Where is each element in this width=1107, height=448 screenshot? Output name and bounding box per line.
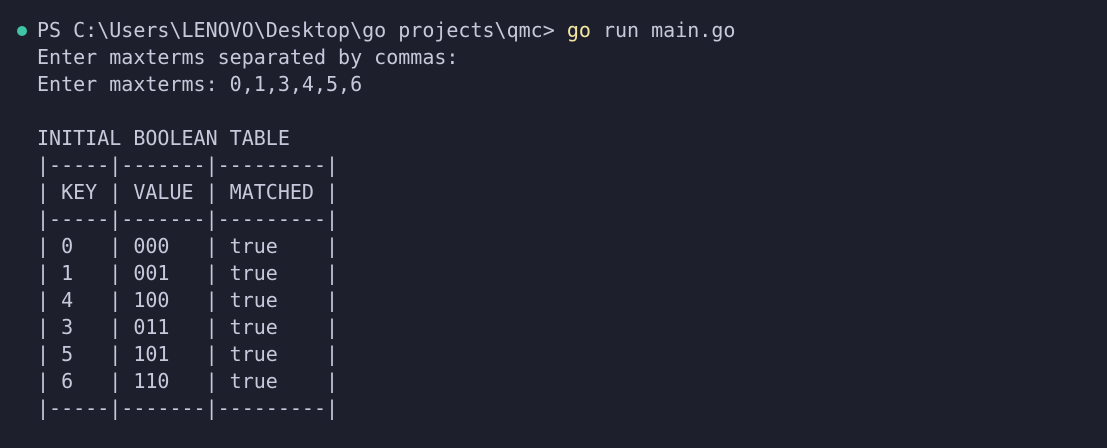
table-row: | 1 | 001 | true | [37,261,339,285]
table-row: | 6 | 110 | true | [37,369,339,393]
table-row: | 5 | 101 | true | [37,342,339,366]
table-header: | KEY | VALUE | MATCHED | [37,180,339,204]
command-success-indicator-icon [17,26,27,36]
command-arguments: run main.go [602,18,736,42]
command-program: go [566,18,591,42]
prompt-path: PS C:\Users\LENOVO\Desktop\go projects\q… [37,18,555,42]
table-border: |-----|-------|---------| [37,153,339,177]
table-border: |-----|-------|---------| [37,396,339,420]
output-line: Enter maxterms: 0,1,3,4,5,6 [37,72,363,96]
terminal-panel[interactable]: PS C:\Users\LENOVO\Desktop\go projects\q… [0,0,1107,448]
table-border: |-----|-------|---------| [37,207,339,231]
output-line: Enter maxterms separated by commas: [37,45,459,69]
table-row: | 0 | 000 | true | [37,234,339,258]
table-title: INITIAL BOOLEAN TABLE [37,126,290,150]
table-row: | 4 | 100 | true | [37,288,339,312]
table-row: | 3 | 011 | true | [37,315,339,339]
command-line: PS C:\Users\LENOVO\Desktop\go projects\q… [37,17,735,44]
